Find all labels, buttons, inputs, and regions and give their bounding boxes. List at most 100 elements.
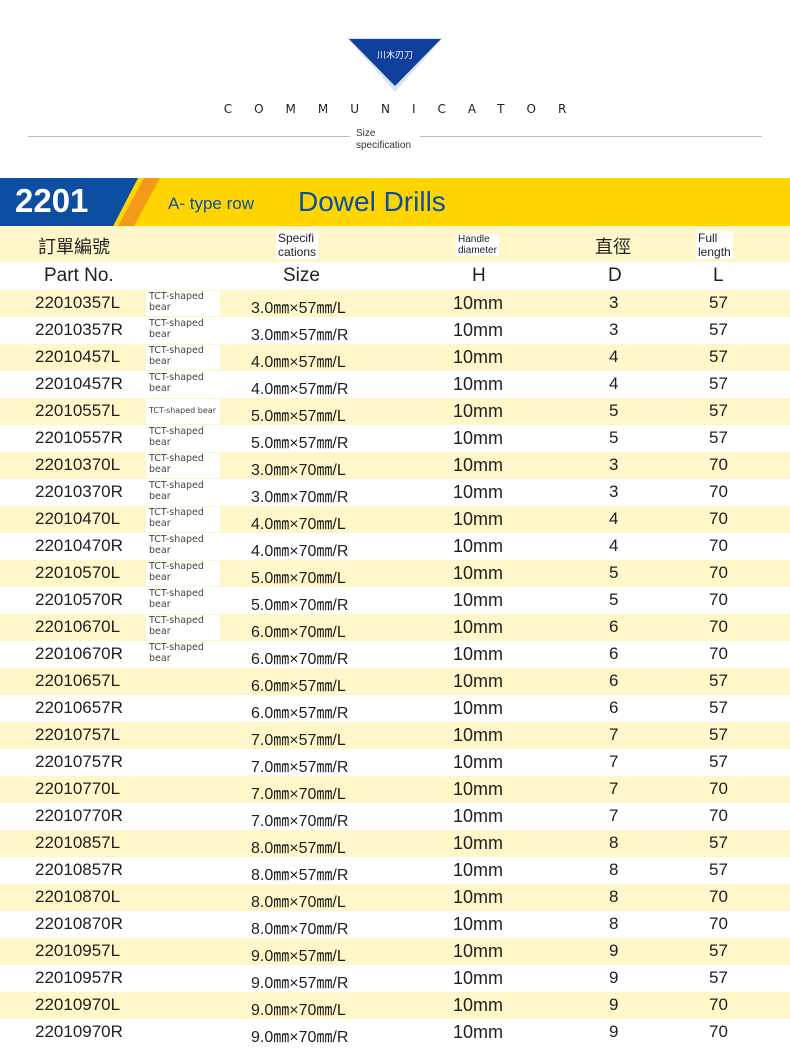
diameter-cell: 8 [609, 860, 619, 879]
diameter-cell: 7 [609, 806, 619, 825]
header-diameter-zh: 直徑 [595, 237, 631, 258]
length-cell: 57 [709, 401, 728, 420]
diameter-cell: 4 [609, 536, 619, 555]
handle-diameter-cell: 10mm [453, 563, 504, 583]
length-cell: 57 [709, 320, 728, 339]
table-row: 22010457L 4.0㎜×57㎜/L 10mm 4 57 TCT-shaped bea… [0, 344, 790, 371]
length-cell: 70 [709, 887, 728, 906]
table-row: 22010557R 5.0㎜×57㎜/R 10mm 5 57 TCT-shaped bea… [0, 425, 790, 452]
table-row: 22010657L 6.0㎜×57㎜/L 10mm 6 57 [0, 668, 790, 695]
size-cell: 5.0㎜×57㎜/R [251, 435, 349, 452]
diameter-cell: 5 [609, 428, 619, 447]
diameter-cell: 6 [609, 698, 619, 717]
header-h: H [472, 265, 486, 286]
size-cell: 4.0㎜×70㎜/L [251, 516, 346, 533]
handle-diameter-cell: 10mm [453, 320, 504, 340]
header-order-no-zh: 訂單編號 [38, 237, 110, 258]
table-row: 22010457R 4.0㎜×57㎜/R 10mm 4 57 TCT-shaped bea… [0, 371, 790, 398]
header-full-line1: Full [698, 231, 718, 245]
tct-note: TCT-shaped bear [146, 642, 220, 667]
length-cell: 70 [709, 1022, 728, 1041]
length-cell: 70 [709, 590, 728, 609]
handle-diameter-cell: 10mm [453, 644, 504, 664]
series-type: A- type row [168, 194, 254, 213]
handle-diameter-cell: 10mm [453, 725, 504, 745]
part-number-cell: 22010357L [35, 293, 121, 312]
part-number-cell: 22010457L [35, 347, 121, 366]
length-cell: 57 [709, 752, 728, 771]
table-row: 22010870L 8.0㎜×70㎜/L 10mm 8 70 [0, 884, 790, 911]
diameter-cell: 5 [609, 590, 619, 609]
size-cell: 4.0㎜×70㎜/R [251, 543, 349, 560]
part-number-cell: 22010557L [35, 401, 121, 420]
diameter-cell: 7 [609, 752, 619, 771]
diameter-cell: 8 [609, 887, 619, 906]
part-number-cell: 22010770R [35, 806, 123, 825]
handle-diameter-cell: 10mm [453, 401, 504, 421]
size-cell: 6.0㎜×70㎜/R [251, 651, 349, 668]
handle-diameter-cell: 10mm [453, 941, 504, 961]
series-number: 2201 [15, 182, 89, 219]
header-part-no: Part No. [44, 265, 114, 286]
size-cell: 3.0㎜×57㎜/L [251, 300, 346, 317]
table-row: 22010570L 5.0㎜×70㎜/L 10mm 5 70 TCT-shaped bea… [0, 560, 790, 587]
handle-diameter-cell: 10mm [453, 617, 504, 637]
part-number-cell: 22010457R [35, 374, 123, 393]
divider-left [28, 136, 350, 137]
table-row: 22010770R 7.0㎜×70㎜/R 10mm 7 70 [0, 803, 790, 830]
tct-note: TCT-shaped bear [146, 426, 220, 451]
size-cell: 7.0㎜×70㎜/L [251, 786, 346, 803]
size-cell: 6.0㎜×57㎜/L [251, 678, 346, 695]
header-row-2: Part No. Size H D L [0, 262, 790, 290]
part-number-cell: 22010657L [35, 671, 121, 690]
header-spec-line2: cations [278, 245, 317, 259]
part-number-cell: 22010470L [35, 509, 121, 528]
header-size: Size [283, 265, 320, 286]
handle-diameter-cell: 10mm [453, 509, 504, 529]
handle-diameter-cell: 10mm [453, 428, 504, 448]
part-number-cell: 22010957L [35, 941, 121, 960]
part-number-cell: 22010870R [35, 914, 123, 933]
part-number-cell: 22010357R [35, 320, 123, 339]
length-cell: 57 [709, 347, 728, 366]
length-cell: 57 [709, 671, 728, 690]
logo-text: 川木刃刀 [377, 49, 413, 61]
size-cell: 8.0㎜×70㎜/R [251, 921, 349, 938]
title-banner: 2201 A- type row Dowel Drills [0, 178, 790, 226]
handle-diameter-cell: 10mm [453, 779, 504, 799]
handle-diameter-cell: 10mm [453, 914, 504, 934]
part-number-cell: 22010657R [35, 698, 123, 717]
diameter-cell: 4 [609, 374, 619, 393]
part-number-cell: 22010857R [35, 860, 123, 879]
part-number-cell: 22010570L [35, 563, 121, 582]
length-cell: 57 [709, 833, 728, 852]
handle-diameter-cell: 10mm [453, 995, 504, 1015]
part-number-cell: 22010757R [35, 752, 123, 771]
size-cell: 7.0㎜×57㎜/R [251, 759, 349, 776]
length-cell: 70 [709, 914, 728, 933]
diameter-cell: 6 [609, 671, 619, 690]
diameter-cell: 3 [609, 482, 619, 501]
size-cell: 5.0㎜×57㎜/L [251, 408, 346, 425]
table-row: 22010370R 3.0㎜×70㎜/R 10mm 3 70 TCT-shaped bea… [0, 479, 790, 506]
size-cell: 4.0㎜×57㎜/R [251, 381, 349, 398]
handle-diameter-cell: 10mm [453, 806, 504, 826]
header-handle-line1: Handle [458, 234, 490, 245]
tct-note: TCT-shaped bear [146, 372, 220, 397]
table-row: 22010757R 7.0㎜×57㎜/R 10mm 7 57 [0, 749, 790, 776]
spec-table: 22010357L 3.0㎜×57㎜/L 10mm 3 57 TCT-shaped bea… [0, 290, 790, 1046]
size-cell: 9.0㎜×57㎜/L [251, 948, 346, 965]
length-cell: 57 [709, 293, 728, 312]
brand-wordmark: COMMUNICATOR [223, 102, 589, 116]
length-cell: 57 [709, 941, 728, 960]
length-cell: 57 [709, 725, 728, 744]
header-spec: Specifi cations [276, 231, 319, 259]
handle-diameter-cell: 10mm [453, 455, 504, 475]
diameter-cell: 6 [609, 617, 619, 636]
table-row: 22010357L 3.0㎜×57㎜/L 10mm 3 57 TCT-shaped bea… [0, 290, 790, 317]
table-row: 22010857L 8.0㎜×57㎜/L 10mm 8 57 [0, 830, 790, 857]
diameter-cell: 4 [609, 509, 619, 528]
product-name: Dowel Drills [298, 186, 446, 217]
header-full-length: Full length [696, 231, 733, 259]
table-row: 22010470L 4.0㎜×70㎜/L 10mm 4 70 TCT-shaped bea… [0, 506, 790, 533]
